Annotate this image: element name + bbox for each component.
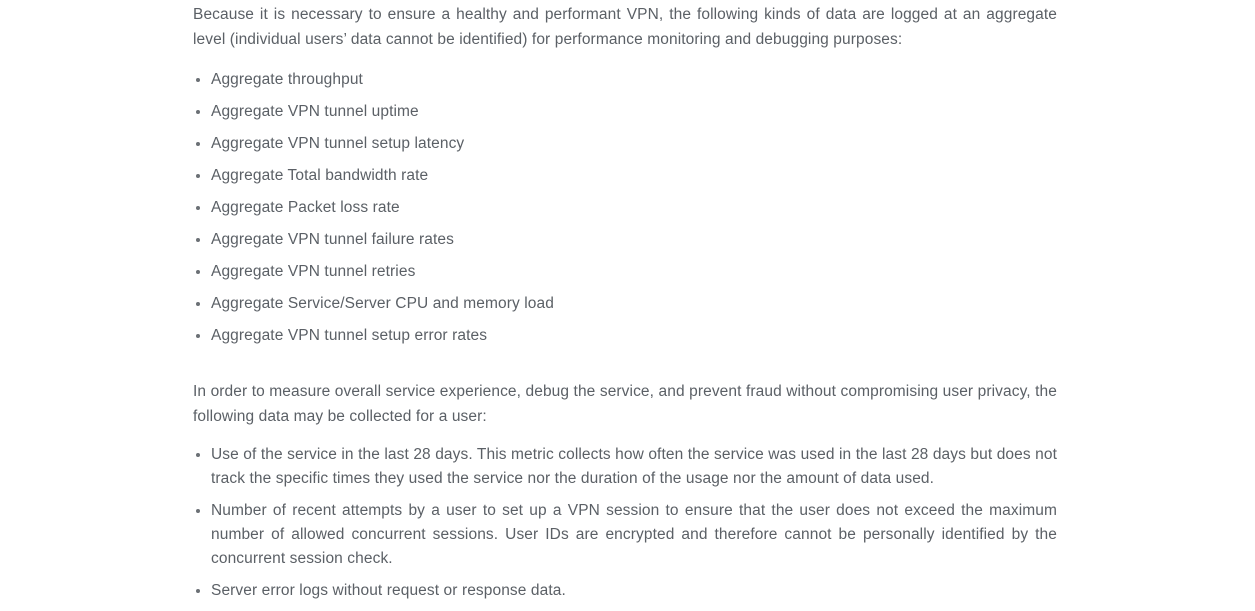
document-content-column: Because it is necessary to ensure a heal… [193,0,1057,611]
list-item: Aggregate VPN tunnel setup error rates [193,324,1057,348]
document-page: Because it is necessary to ensure a heal… [0,0,1255,608]
list-item-label: Use of the service in the last 28 days. … [211,446,1057,487]
list-item-label: Number of recent attempts by a user to s… [211,502,1057,567]
list-item-label: Aggregate Total bandwidth rate [211,167,429,184]
list-item-label: Aggregate VPN tunnel setup error rates [211,327,488,344]
list-item-label: Aggregate VPN tunnel setup latency [211,135,465,152]
list-item: Aggregate Packet loss rate [193,196,1057,220]
list-item-label: Aggregate Service/Server CPU and memory … [211,295,554,312]
intro-paragraph: Because it is necessary to ensure a heal… [193,6,1057,48]
list-item: Number of recent attempts by a user to s… [193,499,1057,571]
list-item: Aggregate Total bandwidth rate [193,164,1057,188]
second-paragraph: In order to measure overall service expe… [193,383,1057,425]
list-item-label: Aggregate VPN tunnel failure rates [211,231,454,248]
list-item-label: Aggregate Packet loss rate [211,199,400,216]
list-item-label: Aggregate VPN tunnel uptime [211,103,419,120]
list-item-label: Server error logs without request or res… [211,582,566,599]
list-item: Aggregate Service/Server CPU and memory … [193,292,1057,316]
list-item: Aggregate VPN tunnel failure rates [193,228,1057,252]
list-item: Server error logs without request or res… [193,579,1057,603]
list-item: Aggregate throughput [193,68,1057,92]
list-item: Aggregate VPN tunnel uptime [193,100,1057,124]
list-item: Use of the service in the last 28 days. … [193,443,1057,491]
list-item-label: Aggregate VPN tunnel retries [211,263,416,280]
user-data-list: Use of the service in the last 28 days. … [193,429,1057,603]
list-item-label: Aggregate throughput [211,71,363,88]
list-item: Aggregate VPN tunnel retries [193,260,1057,284]
aggregate-data-list: Aggregate throughput Aggregate VPN tunne… [193,52,1057,348]
list-item: Aggregate VPN tunnel setup latency [193,132,1057,156]
